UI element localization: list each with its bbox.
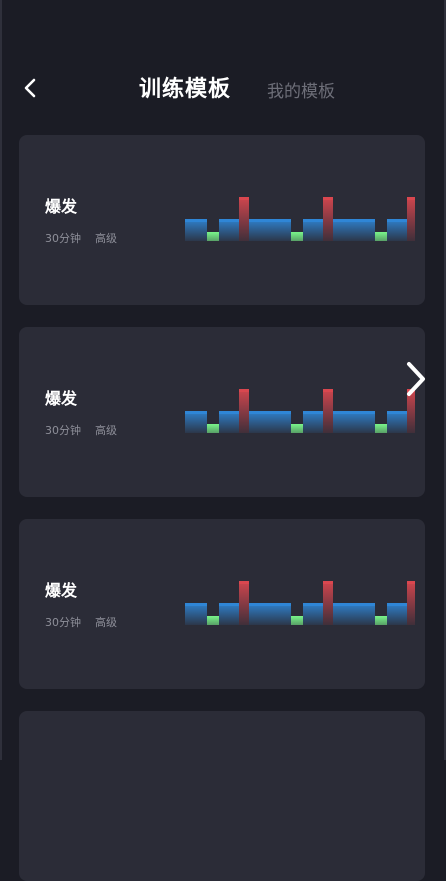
intensity-segment-cap: [323, 389, 333, 392]
intensity-segment-red: [239, 581, 249, 625]
intensity-segment-cap: [387, 219, 407, 222]
intensity-segment-cap: [185, 603, 207, 606]
template-level: 高级: [95, 616, 117, 629]
intensity-segment-blue: [333, 603, 353, 625]
intensity-segment-blue: [185, 219, 207, 241]
template-title: 爆发: [45, 197, 78, 216]
intensity-segment-green: [291, 424, 303, 433]
intensity-segment-blue: [249, 411, 269, 433]
intensity-segment-cap: [219, 411, 239, 414]
intensity-segment-cap: [185, 411, 207, 414]
intensity-segment-blue: [333, 411, 353, 433]
intensity-segment-cap: [219, 603, 239, 606]
template-card[interactable]: 爆发 30分钟 高级: [19, 135, 425, 305]
intensity-segment-cap: [353, 603, 375, 606]
intensity-segment-cap: [269, 603, 291, 606]
tab-my-templates[interactable]: 我的模板: [267, 77, 335, 102]
template-card[interactable]: 爆发 30分钟 高级: [19, 327, 425, 497]
chevron-right-icon: [407, 362, 425, 396]
template-level: 高级: [95, 232, 117, 245]
intensity-segment-red: [407, 197, 415, 241]
intensity-segment-cap: [185, 219, 207, 222]
intensity-segment-cap: [219, 219, 239, 222]
intensity-segment-blue: [185, 603, 207, 625]
tab-training-templates[interactable]: 训练模板: [139, 71, 231, 103]
intensity-segment-blue: [333, 219, 353, 241]
intensity-segment-red: [323, 389, 333, 433]
intensity-segment-cap: [407, 581, 415, 584]
back-button[interactable]: [16, 74, 44, 102]
intensity-segment-cap: [323, 581, 333, 584]
template-title: 爆发: [45, 389, 78, 408]
template-duration: 30分钟: [45, 424, 81, 437]
intensity-segment-green: [291, 232, 303, 241]
intensity-segment-cap: [333, 411, 353, 414]
intensity-segment-blue: [249, 219, 269, 241]
intensity-segment-blue: [269, 603, 291, 625]
template-duration: 30分钟: [45, 232, 81, 245]
template-meta: 30分钟 高级: [45, 230, 117, 246]
template-level: 高级: [95, 424, 117, 437]
intensity-segment-cap: [269, 411, 291, 414]
intensity-segment-green: [375, 616, 387, 625]
intensity-segment-cap: [239, 197, 249, 200]
template-meta: 30分钟 高级: [45, 614, 117, 630]
intensity-segment-red: [239, 389, 249, 433]
intensity-segment-cap: [353, 411, 375, 414]
intensity-graph: [185, 581, 415, 625]
intensity-segment-cap: [303, 219, 323, 222]
intensity-segment-cap: [333, 219, 353, 222]
intensity-segment-cap: [333, 603, 353, 606]
intensity-segment-green: [375, 424, 387, 433]
intensity-segment-blue: [387, 219, 407, 241]
intensity-segment-cap: [249, 219, 269, 222]
intensity-segment-blue: [219, 411, 239, 433]
intensity-segment-blue: [269, 411, 291, 433]
intensity-segment-red: [323, 197, 333, 241]
intensity-graph: [185, 389, 415, 433]
template-meta: 30分钟 高级: [45, 422, 117, 438]
intensity-segment-cap: [249, 411, 269, 414]
intensity-segment-blue: [219, 219, 239, 241]
intensity-segment-cap: [239, 581, 249, 584]
intensity-segment-blue: [303, 603, 323, 625]
intensity-segment-cap: [303, 603, 323, 606]
next-button[interactable]: [396, 356, 436, 402]
intensity-segment-blue: [249, 603, 269, 625]
intensity-segment-green: [207, 616, 219, 625]
intensity-segment-cap: [387, 603, 407, 606]
chevron-left-icon: [24, 78, 36, 98]
intensity-segment-cap: [323, 197, 333, 200]
intensity-segment-green: [291, 616, 303, 625]
intensity-segment-blue: [303, 411, 323, 433]
intensity-segment-cap: [353, 219, 375, 222]
intensity-segment-blue: [387, 603, 407, 625]
intensity-segment-blue: [303, 219, 323, 241]
intensity-segment-cap: [239, 389, 249, 392]
template-duration: 30分钟: [45, 616, 81, 629]
intensity-graph: [185, 197, 415, 241]
intensity-segment-blue: [219, 603, 239, 625]
intensity-segment-cap: [249, 603, 269, 606]
intensity-segment-red: [323, 581, 333, 625]
intensity-segment-blue: [269, 219, 291, 241]
intensity-segment-blue: [387, 411, 407, 433]
intensity-segment-blue: [185, 411, 207, 433]
template-title: 爆发: [45, 581, 78, 600]
intensity-segment-blue: [353, 603, 375, 625]
intensity-segment-red: [239, 197, 249, 241]
intensity-segment-blue: [353, 411, 375, 433]
intensity-segment-red: [407, 581, 415, 625]
header: 训练模板 我的模板: [0, 60, 446, 116]
intensity-segment-cap: [407, 197, 415, 200]
intensity-segment-green: [207, 232, 219, 241]
intensity-segment-cap: [387, 411, 407, 414]
template-card[interactable]: [19, 711, 425, 881]
intensity-segment-green: [207, 424, 219, 433]
intensity-segment-cap: [269, 219, 291, 222]
intensity-segment-blue: [353, 219, 375, 241]
intensity-segment-cap: [303, 411, 323, 414]
template-card[interactable]: 爆发 30分钟 高级: [19, 519, 425, 689]
intensity-segment-green: [375, 232, 387, 241]
